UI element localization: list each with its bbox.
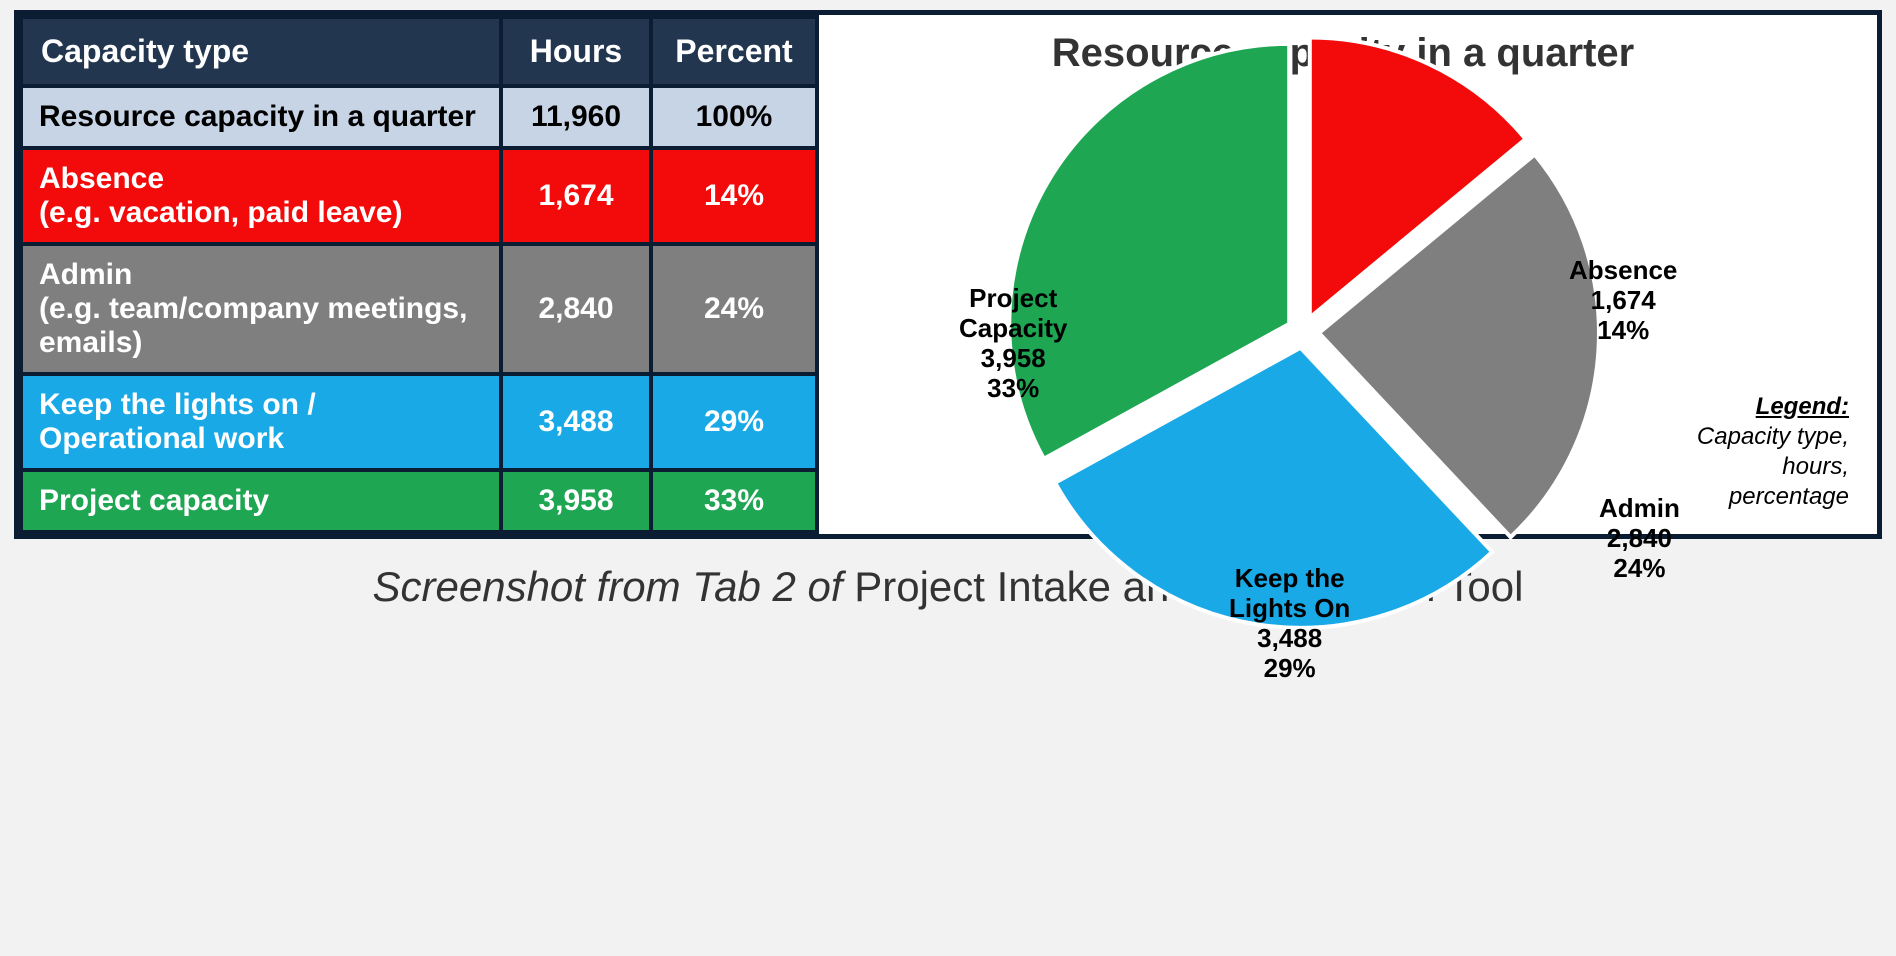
legend-title: Legend: <box>1756 393 1849 420</box>
cell-hours: 3,958 <box>501 470 651 532</box>
table-header-row: Capacity type Hours Percent <box>21 17 817 86</box>
cell-percent: 24% <box>651 244 817 374</box>
table-row: Keep the lights on / Operational work3,4… <box>21 374 817 470</box>
pie-label-absence: Absence1,67414% <box>1569 256 1677 346</box>
chart-legend: Legend: Capacity type,hours,percentage <box>1697 392 1849 512</box>
cell-capacity-type: Resource capacity in a quarter <box>21 86 501 148</box>
pie-label-admin: Admin2,84024% <box>1599 494 1680 584</box>
capacity-panel: Capacity type Hours Percent Resource cap… <box>14 10 1882 539</box>
table-row: Resource capacity in a quarter11,960100% <box>21 86 817 148</box>
pie-label-project-capacity: ProjectCapacity3,95833% <box>959 284 1067 404</box>
pie-chart-pane: Resource capacity in a quarter Legend: C… <box>819 15 1877 534</box>
table-row: Absence(e.g. vacation, paid leave)1,6741… <box>21 148 817 244</box>
cell-percent: 14% <box>651 148 817 244</box>
cell-hours: 11,960 <box>501 86 651 148</box>
col-hours: Hours <box>501 17 651 86</box>
table-row: Project capacity3,95833% <box>21 470 817 532</box>
cell-hours: 1,674 <box>501 148 651 244</box>
cell-hours: 2,840 <box>501 244 651 374</box>
col-capacity-type: Capacity type <box>21 17 501 86</box>
cell-capacity-type: Project capacity <box>21 470 501 532</box>
col-percent: Percent <box>651 17 817 86</box>
cell-capacity-type: Keep the lights on / Operational work <box>21 374 501 470</box>
pie-label-keep-the-lights-on: Keep theLights On3,48829% <box>1229 564 1350 684</box>
cell-capacity-type: Absence(e.g. vacation, paid leave) <box>21 148 501 244</box>
cell-capacity-type: Admin(e.g. team/company meetings, emails… <box>21 244 501 374</box>
cell-percent: 33% <box>651 470 817 532</box>
cell-percent: 100% <box>651 86 817 148</box>
legend-text: Capacity type,hours,percentage <box>1697 423 1849 510</box>
pie-chart: Legend: Capacity type,hours,percentage A… <box>829 80 1857 524</box>
caption-italic: Screenshot from Tab 2 of <box>373 563 855 610</box>
table-row: Admin(e.g. team/company meetings, emails… <box>21 244 817 374</box>
capacity-table: Capacity type Hours Percent Resource cap… <box>19 15 819 534</box>
cell-percent: 29% <box>651 374 817 470</box>
cell-hours: 3,488 <box>501 374 651 470</box>
